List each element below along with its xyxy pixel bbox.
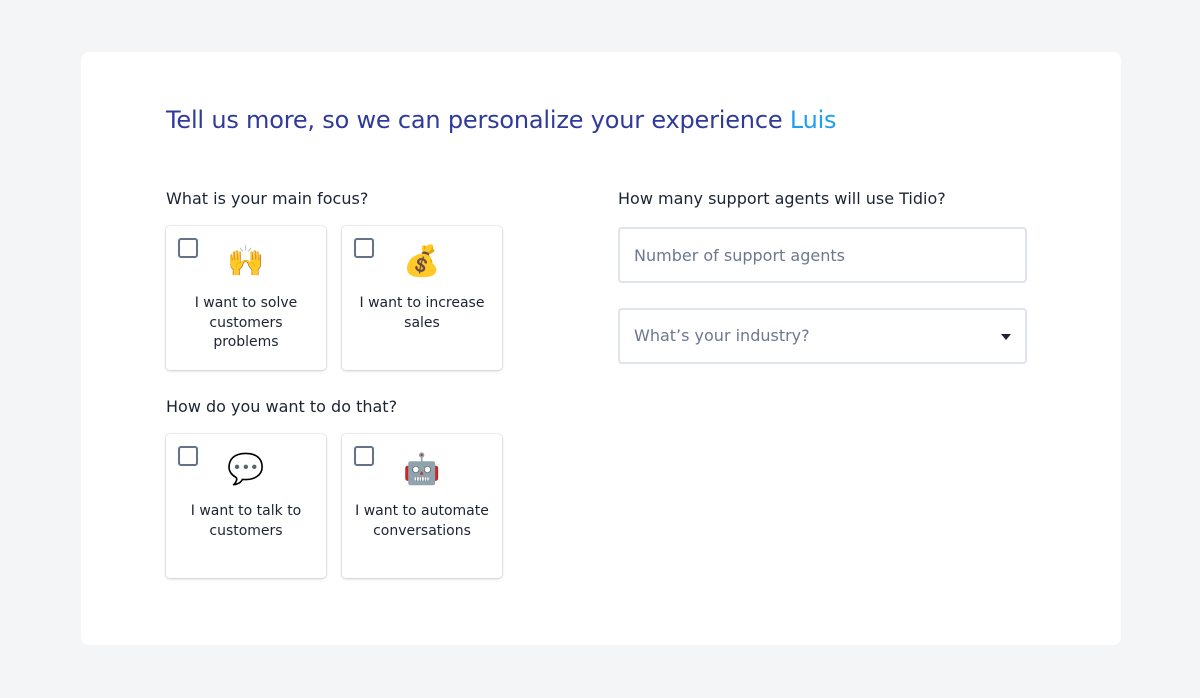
main-focus-question: What is your main focus? bbox=[166, 189, 369, 208]
support-agents-question: How many support agents will use Tidio? bbox=[618, 189, 946, 208]
option-talk-to-customers-label: I want to talk to customers bbox=[190, 503, 302, 539]
method-question: How do you want to do that? bbox=[166, 397, 398, 416]
support-agents-input[interactable] bbox=[620, 229, 1025, 281]
page-title: Tell us more, so we can personalize your… bbox=[166, 106, 837, 134]
speech-bubble-icon: 💬 bbox=[227, 452, 265, 487]
money-bag-icon: 💰 bbox=[403, 244, 441, 279]
onboarding-card: Tell us more, so we can personalize your… bbox=[81, 52, 1121, 645]
option-talk-to-customers[interactable]: 💬 I want to talk to customers bbox=[166, 434, 326, 578]
option-solve-problems-label: I want to solve customers problems bbox=[194, 295, 298, 350]
support-agents-field[interactable] bbox=[618, 227, 1027, 283]
option-automate-conversations-label: I want to automate conversations bbox=[355, 503, 489, 539]
option-solve-problems[interactable]: 🙌 I want to solve customers problems bbox=[166, 226, 326, 370]
user-name: Luis bbox=[789, 106, 837, 134]
industry-select-placeholder: What’s your industry? bbox=[634, 326, 810, 345]
page-title-text: Tell us more, so we can personalize your… bbox=[166, 106, 783, 134]
option-increase-sales[interactable]: 💰 I want to increase sales bbox=[342, 226, 502, 370]
caret-down-icon[interactable] bbox=[1001, 334, 1011, 340]
robot-icon: 🤖 bbox=[403, 452, 441, 487]
raising-hands-icon: 🙌 bbox=[227, 244, 265, 279]
option-automate-conversations[interactable]: 🤖 I want to automate conversations bbox=[342, 434, 502, 578]
industry-select[interactable]: What’s your industry? bbox=[618, 308, 1027, 364]
option-increase-sales-label: I want to increase sales bbox=[359, 295, 485, 331]
